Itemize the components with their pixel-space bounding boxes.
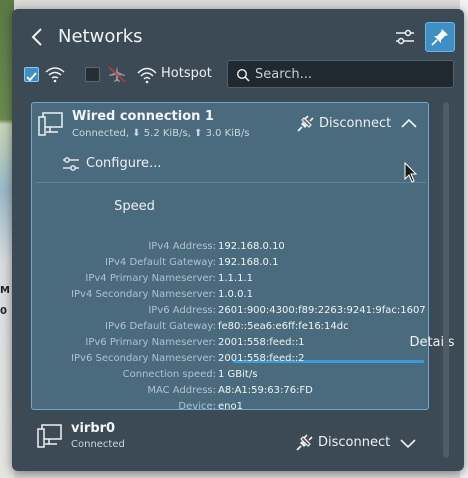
disconnect-label: Disconnect	[318, 435, 391, 450]
search-icon	[236, 67, 250, 86]
disconnect-label: Disconnect	[319, 116, 392, 131]
search-input[interactable]	[255, 65, 445, 83]
detail-row: Device: eno1	[178, 401, 243, 412]
detail-row: IPv4 Address: 192.168.0.10	[148, 241, 285, 252]
wired-network-icon	[37, 423, 63, 453]
airplane-mode-checkbox[interactable]	[85, 67, 100, 82]
wired-network-icon	[38, 111, 64, 141]
airplane-off-icon	[106, 64, 128, 88]
hotspot-button[interactable]: Hotspot	[161, 65, 212, 83]
configure-button[interactable]: Configure...	[62, 153, 192, 175]
tab-speed[interactable]: Speed	[38, 197, 231, 227]
popup-header: Networks	[12, 9, 464, 65]
page-title: Networks	[58, 26, 143, 47]
detail-row: IPv6 Address: 2601:900:4300:f89:2263:9241…	[148, 305, 426, 316]
connection-item-virbr0[interactable]: virbr0 Connected Disconnect	[31, 417, 429, 467]
back-arrow-icon[interactable]	[28, 25, 48, 49]
disconnect-button[interactable]: Disconnect	[294, 433, 391, 457]
connection-name: virbr0	[71, 421, 116, 436]
detail-row: IPv6 Default Gateway: fe80::5ea6:e6ff:fe1…	[105, 321, 349, 332]
detail-row: MAC Address: A8:A1:59:63:76:FD	[147, 385, 313, 396]
detail-row: IPv6 Primary Nameserver: 2001:558:feed::1	[85, 337, 305, 348]
download-arrow-icon: ⬇	[132, 128, 141, 139]
detail-row: IPv6 Secondary Nameserver: 2001:558:feed:…	[71, 353, 305, 364]
connection-item-wired[interactable]: Wired connection 1 Connected, ⬇ 5.2 KiB/…	[31, 102, 455, 412]
desktop-text: 0	[0, 306, 7, 317]
connection-tabs: Speed Details	[38, 197, 455, 363]
connection-status: Connected, ⬇ 5.2 KiB/s, ⬆ 3.0 KiB/s	[72, 128, 250, 139]
scrollbar-thumb[interactable]	[443, 102, 449, 458]
disconnect-plug-icon	[295, 114, 315, 138]
wifi-icon	[44, 65, 66, 87]
detail-row: IPv4 Primary Nameserver: 1.1.1.1	[85, 273, 253, 284]
desktop-text: M	[0, 285, 10, 296]
disconnect-button[interactable]: Disconnect	[295, 114, 392, 138]
pin-icon	[431, 29, 448, 46]
configure-label: Configure...	[86, 156, 162, 171]
hotspot-icon	[136, 64, 158, 88]
disconnect-plug-icon	[294, 433, 314, 457]
scrollbar[interactable]	[443, 102, 449, 458]
detail-row: IPv4 Secondary Nameserver: 1.0.0.1	[71, 289, 253, 300]
sliders-icon[interactable]	[393, 25, 417, 49]
search-field[interactable]	[227, 60, 454, 88]
pin-button[interactable]	[425, 22, 455, 52]
divider	[36, 182, 426, 183]
connection-name: Wired connection 1	[72, 109, 214, 124]
network-toolbar: Hotspot	[12, 59, 464, 91]
wifi-enable-checkbox[interactable]	[24, 67, 39, 82]
connection-status: Connected	[71, 439, 125, 450]
mouse-cursor-icon	[404, 161, 418, 188]
detail-row: IPv4 Default Gateway: 192.168.0.1	[105, 257, 279, 268]
detail-row: Connection speed: 1 GBit/s	[122, 369, 258, 380]
expand-chevron-icon[interactable]	[399, 434, 417, 452]
upload-arrow-icon: ⬆	[194, 128, 203, 139]
collapse-chevron-icon[interactable]	[400, 115, 418, 133]
sliders-icon	[62, 155, 80, 177]
networks-popup: Networks Hotspot Search... Wired connect…	[12, 9, 464, 471]
